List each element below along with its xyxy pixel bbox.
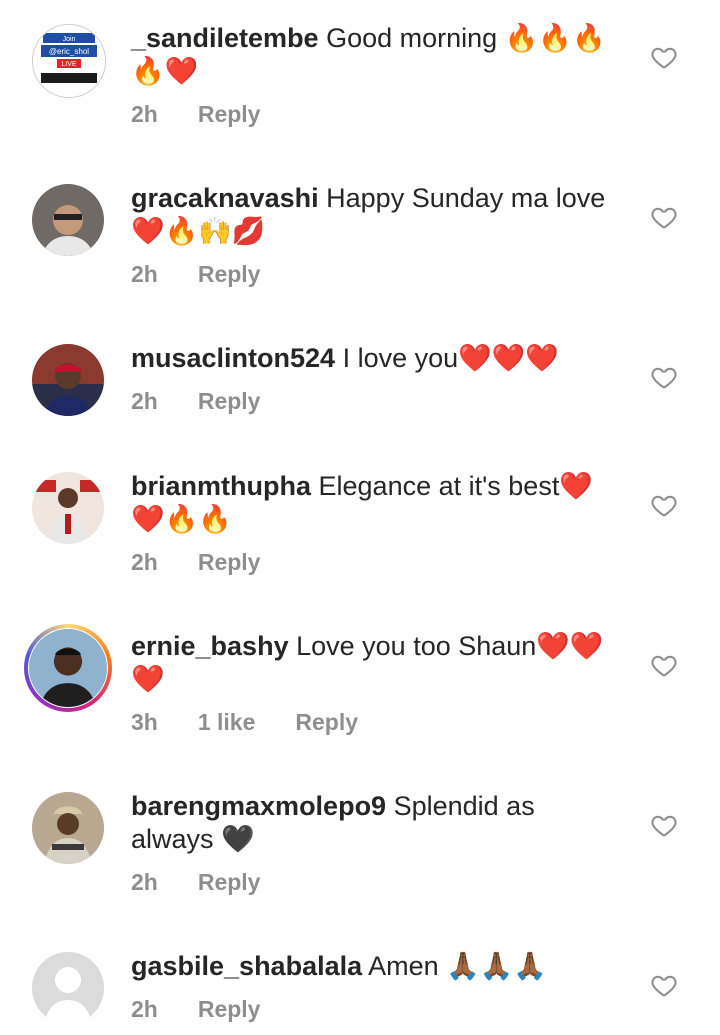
- comment-username[interactable]: ernie_bashy: [131, 631, 289, 661]
- like-count[interactable]: 1 like: [198, 709, 256, 735]
- avatar-caption: @eric_shol: [49, 47, 89, 56]
- comment-text: musaclinton524 I love you❤️❤️❤️: [131, 342, 611, 375]
- avatar[interactable]: [32, 184, 104, 256]
- reply-button[interactable]: Reply: [198, 388, 261, 414]
- comment-body: Good morning: [326, 23, 498, 53]
- comment-body: Amen 🙏🏾🙏🏾🙏🏾: [368, 951, 548, 981]
- heart-outline-icon[interactable]: [650, 491, 678, 519]
- comment-emoji: 🔥🔥🔥: [504, 23, 606, 53]
- comment-time: 3h: [131, 709, 158, 735]
- comment-meta: 2h Reply: [131, 549, 300, 576]
- comment-meta: 3h 1 like Reply: [131, 709, 398, 736]
- avatar-live-badge: LIVE: [61, 61, 77, 68]
- avatar[interactable]: [32, 344, 104, 416]
- reply-button[interactable]: Reply: [198, 261, 261, 287]
- comment-body: Elegance at it's best❤️: [318, 471, 593, 501]
- comment-time: 2h: [131, 869, 158, 895]
- avatar-top-label: Join: [63, 36, 76, 43]
- reply-button[interactable]: Reply: [198, 101, 261, 127]
- comment-username[interactable]: gracaknavashi: [131, 183, 319, 213]
- comment-body: always 🖤: [131, 824, 255, 854]
- avatar[interactable]: Join @eric_shol LIVE: [32, 24, 106, 98]
- comment-text: brianmthupha Elegance at it's best❤️ ❤️🔥…: [131, 470, 611, 536]
- heart-outline-icon[interactable]: [650, 651, 678, 679]
- comment-username[interactable]: _sandiletembe: [131, 23, 319, 53]
- comment-meta: 2h Reply: [131, 388, 300, 415]
- comment-emoji: 🔥❤️: [131, 56, 199, 86]
- comment-text: barengmaxmolepo9 Splendid as always 🖤: [131, 790, 611, 856]
- comment-meta: 2h Reply: [131, 869, 300, 896]
- comment-body: Splendid as: [393, 791, 535, 821]
- comment-meta: 2h Reply: [131, 261, 300, 288]
- comment-emoji: ❤️🔥🙌💋: [131, 216, 266, 246]
- comment-time: 2h: [131, 261, 158, 287]
- comment-username[interactable]: barengmaxmolepo9: [131, 791, 386, 821]
- comment-body: Love you too Shaun❤️❤️: [296, 631, 604, 661]
- comment-text: _sandiletembe Good morning 🔥🔥🔥 🔥❤️: [131, 22, 611, 88]
- reply-button[interactable]: Reply: [198, 869, 261, 895]
- comment-username[interactable]: musaclinton524: [131, 343, 335, 373]
- avatar[interactable]: [32, 792, 104, 864]
- comment-meta: 2h Reply: [131, 101, 300, 128]
- heart-outline-icon[interactable]: [650, 203, 678, 231]
- heart-outline-icon[interactable]: [650, 363, 678, 391]
- comment-emoji: ❤️: [131, 664, 165, 694]
- comment-username[interactable]: gasbile_shabalala: [131, 951, 362, 981]
- avatar[interactable]: [29, 629, 107, 707]
- avatar[interactable]: [32, 472, 104, 544]
- comment-body: I love you❤️❤️❤️: [342, 343, 560, 373]
- comment-username[interactable]: brianmthupha: [131, 471, 311, 501]
- reply-button[interactable]: Reply: [295, 709, 358, 735]
- heart-outline-icon[interactable]: [650, 971, 678, 999]
- comment-body: Happy Sunday ma love: [326, 183, 606, 213]
- comment-emoji: ❤️🔥🔥: [131, 504, 232, 534]
- reply-button[interactable]: Reply: [198, 549, 261, 575]
- avatar[interactable]: [32, 952, 104, 1024]
- comment-text: gracaknavashi Happy Sunday ma love ❤️🔥🙌💋: [131, 182, 611, 248]
- comment-time: 2h: [131, 996, 158, 1022]
- heart-outline-icon[interactable]: [650, 43, 678, 71]
- comment-text: ernie_bashy Love you too Shaun❤️❤️ ❤️: [131, 630, 611, 696]
- comment-meta: 2h Reply: [131, 996, 300, 1023]
- comment-time: 2h: [131, 388, 158, 414]
- heart-outline-icon[interactable]: [650, 811, 678, 839]
- default-user-icon: [32, 952, 104, 1024]
- comment-text: gasbile_shabalala Amen 🙏🏾🙏🏾🙏🏾: [131, 950, 611, 983]
- comment-time: 2h: [131, 549, 158, 575]
- story-ring[interactable]: [24, 624, 112, 712]
- reply-button[interactable]: Reply: [198, 996, 261, 1022]
- comment-time: 2h: [131, 101, 158, 127]
